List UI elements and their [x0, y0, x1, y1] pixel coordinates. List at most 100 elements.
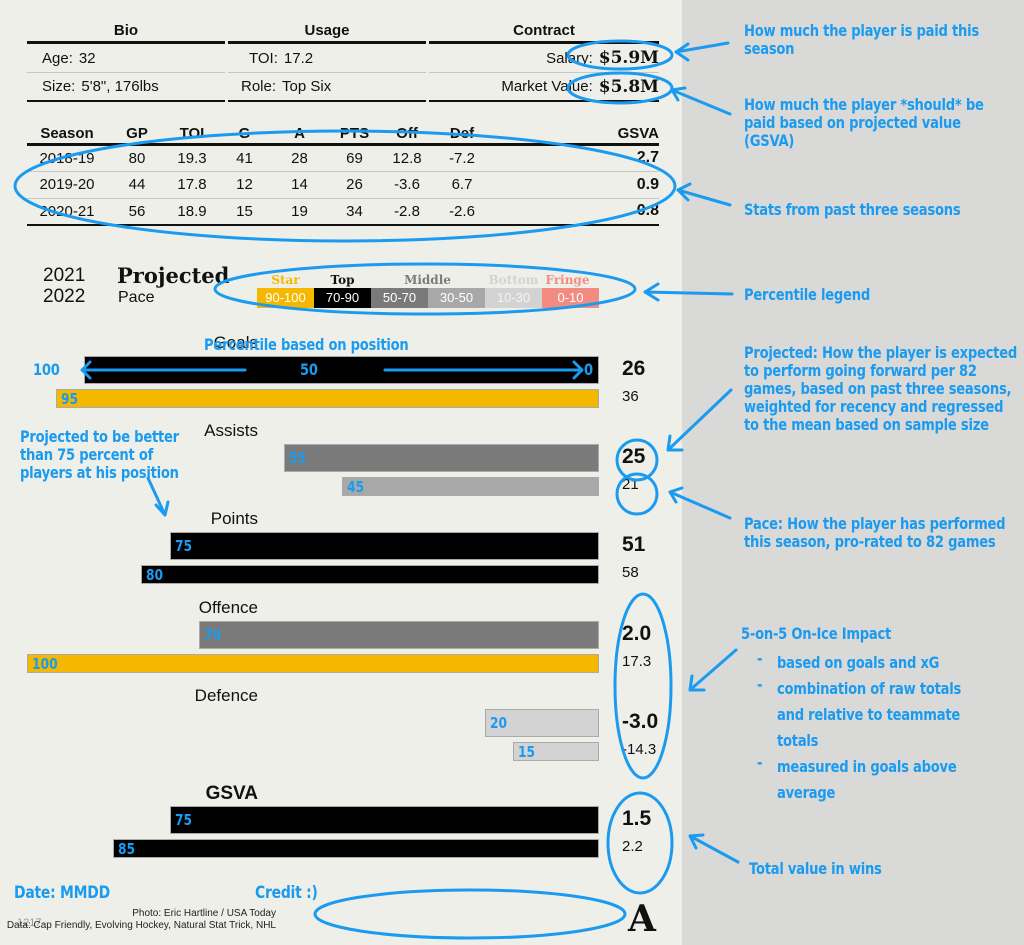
- column-header-gp: GP: [107, 124, 167, 146]
- annotation-legend: Percentile legend: [744, 285, 870, 304]
- column-header-toi: TOI: [167, 124, 217, 146]
- table-row: 2020-21 56 18.9 15 19 34 -2.8 -2.6 0.8: [27, 198, 659, 226]
- bullet-dash-icon: -: [757, 649, 763, 668]
- usage-row: TOI: 17.2: [228, 44, 426, 73]
- table-cell: 17.8: [167, 171, 217, 199]
- market-value-label: Market Value:: [501, 78, 593, 95]
- column-header-gsva: GSVA: [492, 124, 659, 146]
- projected-value-offence: 2.0: [622, 622, 652, 645]
- projected-bar-gsva: 75: [170, 806, 599, 834]
- table-cell: 2020-21: [27, 198, 107, 226]
- column-header-a: A: [272, 124, 327, 146]
- year-bottom: 2022: [43, 286, 86, 307]
- pace-value-gsva: 2.2: [622, 838, 643, 855]
- pace-value-goals: 36: [622, 388, 639, 405]
- annotation-date: Date: MMDD: [14, 883, 110, 903]
- bio-value: 32: [78, 49, 96, 67]
- metric-label-defence: Defence: [194, 686, 258, 705]
- usage-label: Role:: [241, 78, 277, 95]
- projected-value-assists: 25: [622, 445, 646, 468]
- axis-middle-annotation: 50: [300, 360, 318, 379]
- bullet-dash-icon: -: [757, 753, 763, 772]
- data-credit: Data: Cap Friendly, Evolving Hockey, Nat…: [6, 920, 276, 931]
- pace-value-assists: 21: [622, 476, 639, 493]
- impact-point: based on goals and xG: [777, 653, 940, 672]
- bio-block: Bio Age: 32 Size: 5'8", 176lbs: [27, 22, 225, 102]
- pace-subtitle: Pace: [118, 289, 155, 306]
- usage-value: 17.2: [283, 49, 314, 67]
- axis-left-annotation: 100: [33, 360, 60, 379]
- athletic-logo-icon: A: [628, 898, 656, 940]
- salary-label: Salary:: [546, 49, 593, 67]
- legend-range: 0-10: [542, 288, 599, 308]
- annotation-pace: Pace: How the player has performed this …: [744, 514, 1006, 551]
- table-cell: 80: [107, 144, 167, 172]
- annotation-credit: Credit :): [255, 883, 318, 903]
- column-header-pts: PTS: [327, 124, 382, 146]
- table-cell: 2019-20: [27, 171, 107, 199]
- pace-bar-points: 80: [141, 565, 599, 584]
- legend-item: Bottom 10-30: [485, 272, 542, 308]
- season-years: 2021 2022: [43, 265, 85, 307]
- projected-value-points: 51: [622, 533, 646, 556]
- table-cell: 28: [272, 144, 327, 172]
- usage-value: Top Six: [282, 78, 332, 95]
- table-cell: -3.6: [382, 171, 432, 199]
- annotation-percentile-note: Projected to be better than 75 percent o…: [20, 427, 179, 482]
- bio-row: Age: 32: [27, 44, 225, 73]
- contract-row: Market Value: $5.8M: [429, 73, 659, 102]
- legend-tier: Top: [330, 273, 355, 287]
- legend-item: Middle 50-70: [371, 272, 451, 308]
- pace-value-offence: 17.3: [622, 653, 652, 670]
- photo-credit: Photo: Eric Hartline / USA Today: [132, 908, 276, 919]
- bullet-dash-icon: -: [757, 675, 763, 694]
- annotation-projected: Projected: How the player is expected to…: [744, 343, 1018, 434]
- legend-item: Top 70-90: [314, 272, 371, 308]
- table-cell: 6.7: [432, 171, 492, 199]
- legend-item: Fringe 0-10: [542, 272, 599, 308]
- contract-heading: Contract: [513, 22, 575, 39]
- pace-bar-defence: 15: [513, 742, 599, 761]
- percentile-label: 80: [146, 565, 164, 584]
- projected-value-defence: -3.0: [622, 710, 659, 733]
- table-cell: -2.6: [432, 198, 492, 226]
- column-header-def: Def: [432, 124, 492, 146]
- pace-bar-goals: 95: [55, 389, 599, 408]
- axis-title-annotation: Percentile based on position: [204, 335, 409, 354]
- pace-value-points: 58: [622, 564, 639, 581]
- percentile-label: 95: [60, 389, 78, 408]
- table-row: 2018-19 80 19.3 41 28 69 12.8 -7.2 2.7: [27, 144, 659, 172]
- table-cell: 14: [272, 171, 327, 199]
- column-header-season: Season: [27, 124, 107, 146]
- annotation-market-value: How much the player *should* be paid bas…: [744, 95, 984, 150]
- table-header-row: Season GP TOI G A PTS Off Def GSVA: [27, 124, 659, 146]
- table-cell: -2.8: [382, 198, 432, 226]
- pace-bar-gsva: 85: [112, 839, 599, 858]
- impact-point: combination of raw totals and relative t…: [777, 679, 962, 750]
- projected-title: Projected: [117, 263, 230, 288]
- bio-value: 5'8", 176lbs: [81, 78, 159, 95]
- contract-block: Contract Salary: $5.9M Market Value: $5.8M: [429, 22, 659, 102]
- usage-label: TOI:: [249, 49, 278, 67]
- annotation-gsva: Total value in wins: [749, 859, 882, 878]
- metric-label-points: Points: [210, 509, 258, 528]
- annotation-salary: How much the player is paid this season: [744, 21, 979, 58]
- table-cell: 26: [327, 171, 382, 199]
- projected-value-gsva: 1.5: [622, 807, 652, 830]
- percentile-label: 85: [117, 839, 135, 858]
- season-stats-table: Season GP TOI G A PTS Off Def GSVA 2018-19 80 19.3…: [27, 124, 659, 226]
- percentile-legend: Star 90-100 Top 70-90 Middle 50-70 30-50 Bottom…: [257, 272, 599, 308]
- usage-heading: Usage: [304, 22, 350, 39]
- metric-label-offence: Offence: [198, 598, 258, 617]
- percentile-label: 75: [175, 811, 193, 829]
- metric-label-gsva: GSVA: [205, 783, 258, 804]
- table-cell: 34: [327, 198, 382, 226]
- legend-tier: Middle: [404, 273, 451, 287]
- bio-heading: Bio: [113, 22, 139, 39]
- legend-range: 90-100: [257, 288, 314, 308]
- projected-bar-defence: 20: [484, 709, 599, 737]
- legend-range: 70-90: [314, 288, 371, 308]
- column-header-off: Off: [382, 124, 432, 146]
- salary-value: $5.9M: [598, 48, 659, 68]
- table-cell: 19.3: [167, 144, 217, 172]
